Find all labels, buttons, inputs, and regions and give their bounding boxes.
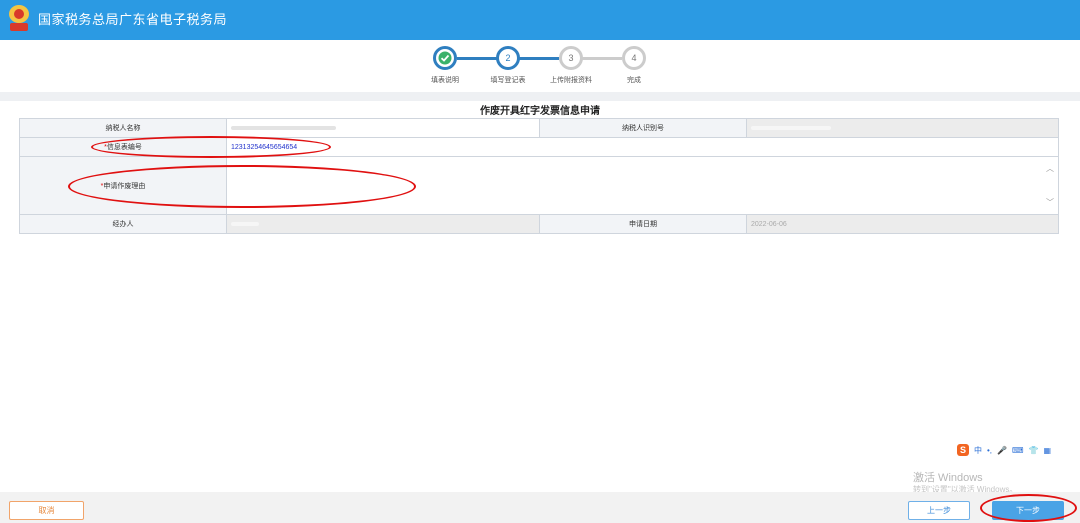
keyboard-icon[interactable]: ⌨ [1012,446,1024,455]
step-connector [519,57,559,60]
step-1-circle [433,46,457,70]
application-form: 纳税人名称 纳税人识别号 *信息表编号 12313254645654654 *申… [19,118,1059,234]
step-2-circle: 2 [496,46,520,70]
redacted-value [751,125,831,130]
tax-emblem-icon [9,5,29,31]
step-4-circle: 4 [622,46,646,70]
chinese-mode-icon[interactable]: 中 [974,445,982,456]
redacted-value [231,125,336,130]
reason-label: *申请作废理由 [19,156,227,215]
previous-step-button[interactable]: 上一步 [908,501,970,520]
step-3-circle: 3 [559,46,583,70]
form-title: 作废开具红字发票信息申请 [480,106,600,117]
site-title: 国家税务总局广东省电子税务局 [38,12,228,27]
apply-date-label: 申请日期 [539,214,747,234]
handler-label: 经办人 [19,214,227,234]
apply-date-field: 2022-06-06 [746,214,1059,234]
taxpayer-id-field [746,118,1059,138]
skin-icon[interactable]: 👕 [1029,446,1039,455]
taxpayer-id-label: 纳税人识别号 [539,118,747,138]
windows-activation-watermark: 激活 Windows [913,472,983,484]
grid-menu-icon[interactable]: ▦ [1044,446,1052,455]
sogou-logo-icon[interactable]: S [957,444,969,456]
step-2-label: 填写登记表 [490,77,526,84]
step-4-label: 完成 [627,77,641,84]
cancel-button[interactable]: 取消 [9,501,84,520]
top-header-bar: 国家税务总局广东省电子税务局 [0,0,1080,40]
taxpayer-name-label: 纳税人名称 [19,118,227,138]
divider-band [0,92,1080,101]
step-1-label: 填表说明 [431,77,459,84]
next-step-button[interactable]: 下一步 [992,501,1064,520]
step-connector [457,57,497,60]
info-sheet-no-input[interactable]: 12313254645654654 [226,137,1059,157]
punctuation-icon[interactable]: •, [987,446,992,455]
ime-toolbar[interactable]: S 中 •, 🎤 ⌨ 👕 ▦ [957,443,1051,457]
scroll-up-icon[interactable]: ︿ [1046,163,1054,174]
step-3-label: 上传附报资料 [550,77,592,84]
step-connector [582,57,622,60]
redacted-value [231,221,259,226]
taxpayer-name-field[interactable] [226,118,540,138]
reason-textarea[interactable]: ︿ ﹀ [226,156,1059,215]
handler-field [226,214,540,234]
info-sheet-no-label: *信息表编号 [19,137,227,157]
scroll-down-icon[interactable]: ﹀ [1046,197,1054,208]
check-icon [438,51,452,65]
microphone-icon[interactable]: 🎤 [997,446,1007,455]
